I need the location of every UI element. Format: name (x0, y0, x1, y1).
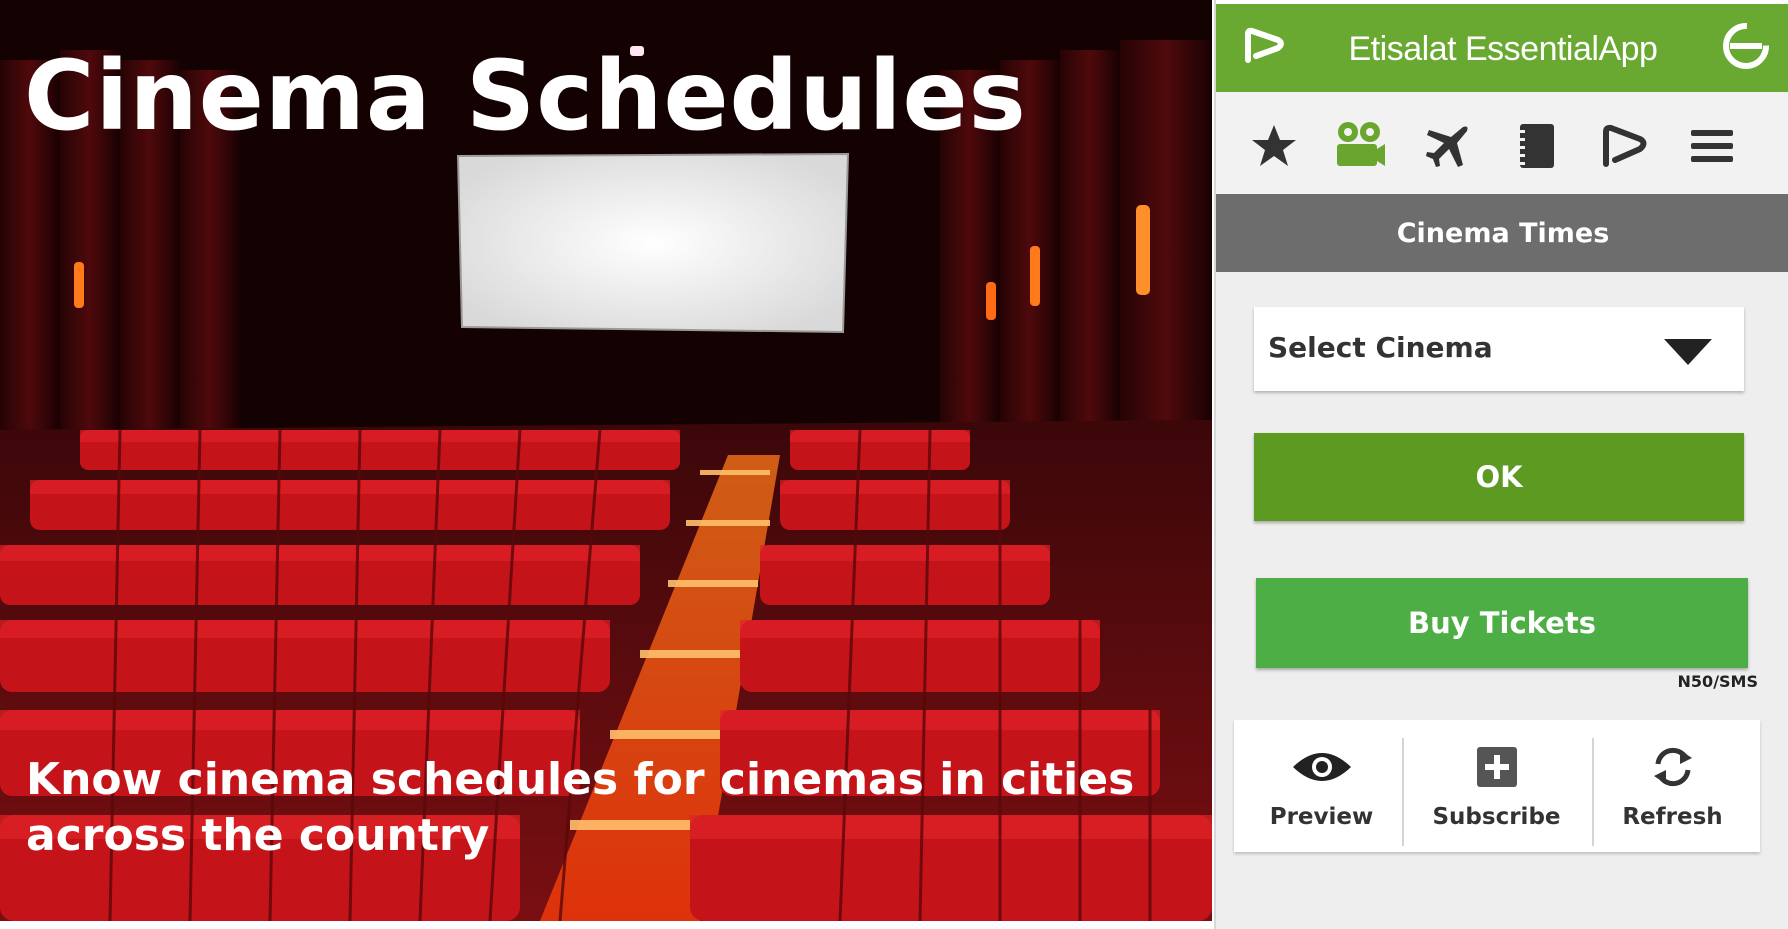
hero-image: Cinema Schedules Know cinema schedules f… (0, 0, 1212, 921)
hero-subtitle: Know cinema schedules for cinemas in cit… (26, 754, 1135, 861)
hero-title: Cinema Schedules (24, 40, 1027, 152)
cinema-select[interactable]: Select Cinema (1254, 307, 1744, 391)
refresh-button[interactable]: Refresh (1585, 720, 1760, 852)
app-header: Etisalat EssentialApp (1216, 0, 1788, 92)
menu-icon[interactable] (1684, 118, 1740, 174)
action-divider (1402, 738, 1404, 846)
app-title: Etisalat EssentialApp (1348, 30, 1658, 68)
section-title: Cinema Times (1216, 194, 1788, 272)
subscribe-button[interactable]: Subscribe (1409, 720, 1584, 852)
buy-tickets-button[interactable]: Buy Tickets (1256, 578, 1748, 668)
plus-icon (1409, 744, 1584, 790)
action-bar: Preview Subscribe Refresh (1234, 720, 1760, 852)
eye-icon (1234, 744, 1409, 790)
cinema-select-value: Select Cinema (1268, 331, 1493, 364)
price-note: N50/SMS (1677, 672, 1758, 691)
ok-button[interactable]: OK (1254, 433, 1744, 521)
notebook-icon[interactable] (1508, 118, 1564, 174)
preview-button[interactable]: Preview (1234, 720, 1409, 852)
dropdown-arrow-icon (1664, 339, 1712, 365)
subscribe-label: Subscribe (1432, 804, 1561, 830)
airplane-icon[interactable] (1420, 118, 1476, 174)
app-panel: Etisalat EssentialApp Cinema Times Selec… (1214, 0, 1788, 929)
preview-label: Preview (1269, 804, 1374, 830)
star-icon[interactable] (1246, 118, 1302, 174)
movie-camera-icon[interactable] (1332, 118, 1388, 174)
refresh-label: Refresh (1622, 804, 1723, 830)
refresh-icon (1585, 744, 1760, 790)
nav-icon-bar (1216, 92, 1788, 194)
essential-e-icon[interactable] (1722, 22, 1770, 74)
etisalat-logo-icon[interactable] (1596, 118, 1652, 174)
